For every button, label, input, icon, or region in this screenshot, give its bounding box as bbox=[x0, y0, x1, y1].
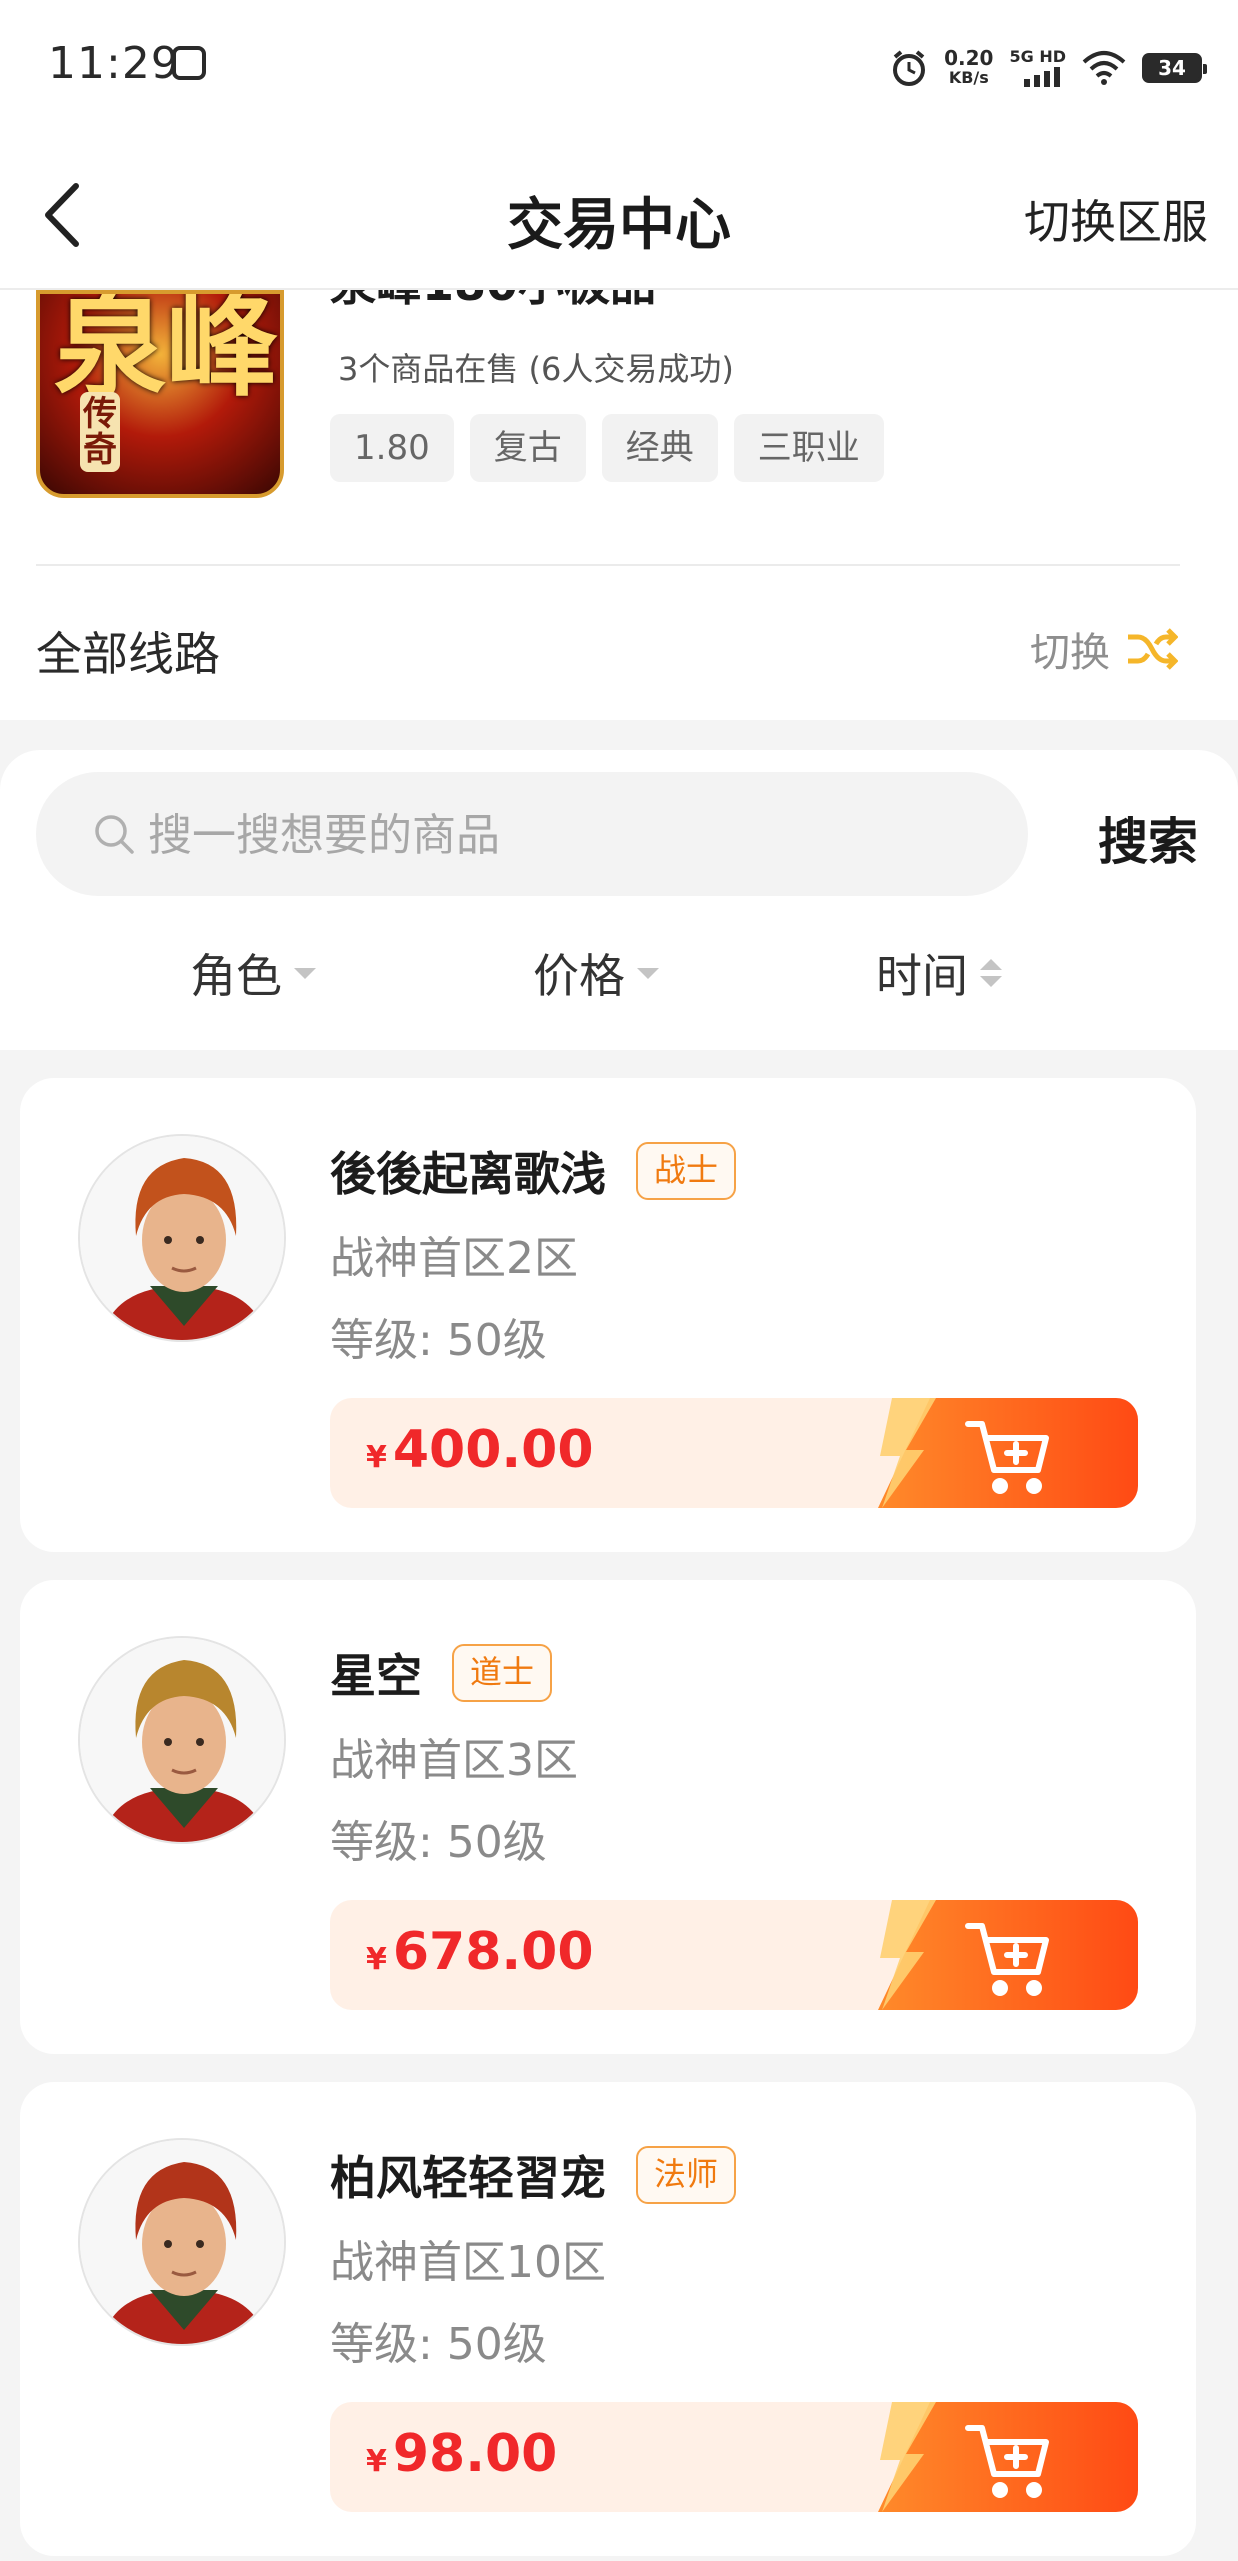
character-portrait-icon bbox=[80, 2140, 284, 2344]
divider bbox=[36, 564, 1180, 566]
character-level: 等级: 50级 bbox=[330, 1315, 547, 1366]
alarm-icon bbox=[893, 50, 926, 86]
character-name-row: 星空 道士 bbox=[330, 1640, 553, 1706]
price: ¥98.00 bbox=[366, 2424, 557, 2484]
status-bar: 11:29 0.20 KB/s 5G HD 34 bbox=[0, 0, 1238, 140]
buy-bar[interactable]: ¥98.00 bbox=[330, 2402, 1138, 2512]
switch-server-button[interactable]: 切换区服 bbox=[1024, 186, 1208, 252]
filter-price-label: 价格 bbox=[533, 949, 625, 1003]
currency-symbol: ¥ bbox=[366, 1942, 387, 1977]
filter-time-label: 时间 bbox=[876, 949, 968, 1003]
game-tag: 1.80 bbox=[330, 414, 454, 482]
search-button[interactable]: 搜索 bbox=[1098, 802, 1198, 874]
search-panel: 搜索 角色 价格 时间 bbox=[0, 750, 1238, 1050]
game-subtitle: 3个商品在售 (6人交易成功) bbox=[338, 350, 734, 388]
game-name: 泉峰180小极品 bbox=[330, 290, 656, 314]
route-switch-button[interactable]: 切换 bbox=[1030, 620, 1178, 678]
buy-bar[interactable]: ¥400.00 bbox=[330, 1398, 1138, 1508]
price-value: 678.00 bbox=[392, 1922, 594, 1982]
caret-down-icon bbox=[980, 976, 1002, 987]
currency-symbol: ¥ bbox=[366, 1440, 387, 1475]
caret-down-icon bbox=[294, 967, 316, 979]
filter-bar: 角色 价格 时间 bbox=[0, 940, 1238, 1020]
character-name: 後後起离歌浅 bbox=[330, 1147, 606, 1201]
character-name-row: 柏风轻轻習宠 法师 bbox=[330, 2142, 737, 2208]
caret-down-icon bbox=[637, 967, 659, 979]
status-right: 0.20 KB/s 5G HD 34 bbox=[890, 40, 1207, 96]
route-switch-label: 切换 bbox=[1030, 630, 1110, 676]
price-value: 98.00 bbox=[392, 2424, 558, 2484]
character-name-row: 後後起离歌浅 战士 bbox=[330, 1138, 737, 1204]
price: ¥678.00 bbox=[366, 1922, 594, 1982]
game-icon-subtext: 传奇 bbox=[80, 392, 120, 472]
class-tag: 道士 bbox=[452, 1644, 553, 1702]
character-avatar bbox=[78, 1134, 286, 1342]
signal-icon bbox=[1024, 67, 1060, 87]
buy-bar[interactable]: ¥678.00 bbox=[330, 1900, 1138, 2010]
character-level: 等级: 50级 bbox=[330, 1817, 547, 1868]
route-label: 全部线路 bbox=[36, 627, 220, 681]
filter-time[interactable]: 时间 bbox=[876, 940, 1002, 1006]
battery-icon: 34 bbox=[1142, 53, 1207, 83]
search-input[interactable] bbox=[146, 794, 1010, 876]
game-info: 泉峰 传奇 泉峰180小极品 3个商品在售 (6人交易成功) 1.80 复古 经… bbox=[0, 290, 1238, 720]
net-speed: 0.20 KB/s bbox=[944, 48, 993, 88]
add-to-cart-button[interactable] bbox=[878, 1900, 1138, 2010]
class-tag: 法师 bbox=[636, 2146, 737, 2204]
game-icon[interactable]: 泉峰 传奇 bbox=[36, 290, 284, 498]
character-portrait-icon bbox=[80, 1136, 284, 1340]
search-icon bbox=[95, 815, 134, 854]
character-name: 星空 bbox=[330, 1649, 422, 1703]
server-name: 战神首区2区 bbox=[330, 1233, 578, 1284]
server-name: 战神首区10区 bbox=[330, 2237, 606, 2288]
currency-symbol: ¥ bbox=[366, 2444, 387, 2479]
filter-role-label: 角色 bbox=[190, 949, 282, 1003]
caret-up-icon bbox=[980, 959, 1002, 970]
status-time: 11:29 bbox=[48, 38, 180, 89]
sort-icon bbox=[980, 959, 1002, 987]
game-tag: 三职业 bbox=[733, 414, 884, 482]
product-card[interactable]: 柏风轻轻習宠 法师 战神首区10区 等级: 50级 ¥98.00 bbox=[20, 2082, 1196, 2556]
price-value: 400.00 bbox=[392, 1420, 594, 1480]
net-speed-value: 0.20 bbox=[944, 46, 994, 70]
filter-role[interactable]: 角色 bbox=[190, 940, 316, 1006]
shuffle-icon bbox=[1128, 628, 1178, 670]
product-card[interactable]: 星空 道士 战神首区3区 等级: 50级 ¥678.00 bbox=[20, 1580, 1196, 2054]
game-tag: 复古 bbox=[469, 414, 586, 482]
product-card[interactable]: 後後起离歌浅 战士 战神首区2区 等级: 50级 ¥400.00 bbox=[20, 1078, 1196, 1552]
signal-group: 5G HD bbox=[1009, 49, 1066, 87]
nav-bar: 交易中心 切换区服 bbox=[0, 140, 1238, 290]
character-level: 等级: 50级 bbox=[330, 2319, 547, 2370]
net-speed-unit: KB/s bbox=[948, 68, 989, 87]
server-name: 战神首区3区 bbox=[330, 1735, 578, 1786]
game-tags: 1.80 复古 经典 三职业 bbox=[330, 414, 884, 482]
add-to-cart-button[interactable] bbox=[878, 1398, 1138, 1508]
character-name: 柏风轻轻習宠 bbox=[330, 2151, 606, 2205]
wifi-icon bbox=[1082, 51, 1126, 85]
class-tag: 战士 bbox=[636, 1142, 737, 1200]
price: ¥400.00 bbox=[366, 1420, 594, 1480]
character-portrait-icon bbox=[80, 1638, 284, 1842]
character-avatar bbox=[78, 1636, 286, 1844]
add-to-cart-button[interactable] bbox=[878, 2402, 1138, 2512]
filter-price[interactable]: 价格 bbox=[533, 940, 659, 1006]
search-box[interactable] bbox=[36, 772, 1028, 896]
network-type: 5G HD bbox=[1009, 47, 1066, 66]
game-tag: 经典 bbox=[601, 414, 718, 482]
notification-icon bbox=[172, 46, 206, 80]
character-avatar bbox=[78, 2138, 286, 2346]
